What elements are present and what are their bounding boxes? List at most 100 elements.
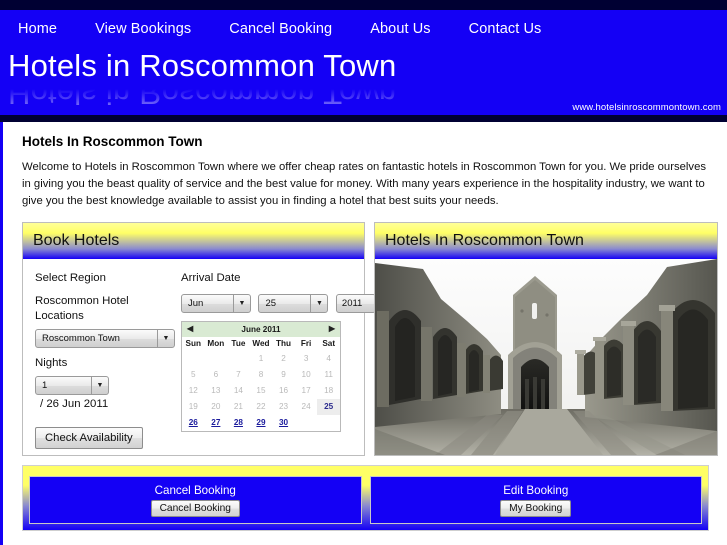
calendar-day-disabled-11: 11 xyxy=(324,370,333,380)
my-booking-button[interactable]: My Booking xyxy=(500,499,572,517)
cancel-booking-button[interactable]: Cancel Booking xyxy=(150,499,240,517)
nights-select[interactable]: 1 ▼ xyxy=(35,375,109,395)
book-hotels-panel-header: Book Hotels xyxy=(23,223,364,260)
date-picker-calendar: ◀ June 2011 ▶ Sun Mon Tue Wed Thu Fri Sat 1234… xyxy=(181,320,341,432)
nights-select-value: 1 xyxy=(42,379,48,391)
nights-row: 1 ▼ / 26 Jun 2011 xyxy=(35,375,175,413)
chevron-down-icon: ▼ xyxy=(91,376,108,394)
bottom-actions-section: Cancel Booking Cancel Booking Edit Booki… xyxy=(22,465,709,532)
nav-item-home[interactable]: Home xyxy=(18,21,57,37)
chevron-down-icon: ▼ xyxy=(157,329,174,347)
calendar-next-month-icon[interactable]: ▶ xyxy=(329,325,335,333)
nav-item-contact-us[interactable]: Contact Us xyxy=(469,21,542,37)
calendar-day-26[interactable]: 26 xyxy=(182,415,205,431)
site-url: www.hotelsinroscommontown.com xyxy=(572,102,721,113)
calendar-day-selected[interactable]: 25 xyxy=(317,398,340,415)
booking-form: Select Region Roscommon Hotel Locations … xyxy=(23,259,376,455)
calendar-day-disabled-18: 18 xyxy=(324,386,334,396)
calendar-day-empty xyxy=(227,351,250,367)
hotels-photo-panel-title: Hotels In Roscommon Town xyxy=(385,232,584,250)
calendar-day-empty xyxy=(205,351,228,367)
chevron-down-icon: ▼ xyxy=(310,294,327,312)
cancel-booking-panel: Cancel Booking Cancel Booking xyxy=(29,476,362,525)
edit-booking-panel: Edit Booking My Booking xyxy=(369,476,702,525)
calendar-day-disabled-17: 17 xyxy=(301,386,311,396)
calendar-day-28[interactable]: 28 xyxy=(227,415,250,431)
arrival-day-select[interactable]: 25 ▼ xyxy=(258,293,329,313)
calendar-day-disabled-14: 14 xyxy=(233,386,243,396)
nights-label: Nights xyxy=(35,356,68,369)
hotel-locations-label: Roscommon Hotel Locations xyxy=(35,294,129,322)
calendar-day-disabled-22: 22 xyxy=(256,402,266,412)
select-region-label: Select Region xyxy=(35,272,106,285)
nav-item-about-us[interactable]: About Us xyxy=(370,21,430,37)
calendar-day-disabled-5: 5 xyxy=(191,370,196,380)
arrival-date-label: Arrival Date xyxy=(181,272,241,285)
book-hotels-panel: Book Hotels Select Region Roscommon Hote… xyxy=(22,222,376,457)
calendar-day-disabled-15: 15 xyxy=(256,386,266,396)
arrival-month-value: Jun xyxy=(188,297,204,309)
calendar-day-disabled-19: 19 xyxy=(188,402,198,412)
calendar-weekday-wed: Wed xyxy=(249,336,273,351)
check-availability-button[interactable]: Check Availability xyxy=(35,426,143,449)
hotels-photo-panel: Hotels In Roscommon Town xyxy=(374,222,718,457)
booking-form-left-column: Select Region Roscommon Hotel Locations … xyxy=(35,271,175,449)
calendar-month-title: June 2011 xyxy=(241,324,281,334)
page-title: Hotels In Roscommon Town xyxy=(22,134,203,149)
calendar-day-disabled-3: 3 xyxy=(303,354,309,364)
calendar-weekday-row: Sun Mon Tue Wed Thu Fri Sat xyxy=(182,336,340,351)
calendar-day-30[interactable]: 30 xyxy=(272,415,295,431)
calendar-body: 1 2 3 4 5 6 7 8 9 10 11 12 13 14 15 16 17 18 19 20 21 22 23 24 2… xyxy=(182,351,340,431)
arrival-month-select[interactable]: Jun ▼ xyxy=(181,293,251,313)
calendar-day-disabled-9: 9 xyxy=(281,370,286,380)
calendar-weekday-thu: Thu xyxy=(272,336,295,351)
calendar-weekday-fri: Fri xyxy=(294,336,318,351)
panels-row: Book Hotels Select Region Roscommon Hote… xyxy=(22,222,718,457)
calendar-day-disabled-7: 7 xyxy=(236,370,241,380)
top-accent-strip xyxy=(0,0,727,10)
cancel-booking-panel-title: Cancel Booking xyxy=(154,483,236,497)
banner-title-reflection: Hotels in Roscommon Town xyxy=(8,89,397,111)
calendar-weekday-sun: Sun xyxy=(182,336,205,351)
calendar-day-disabled-13: 13 xyxy=(211,386,221,396)
calendar-day-disabled-6: 6 xyxy=(213,370,219,380)
calendar-day-disabled-10: 10 xyxy=(301,370,311,380)
calendar-day-disabled-4: 4 xyxy=(326,354,331,364)
calendar-header: ◀ June 2011 ▶ xyxy=(182,321,340,337)
calendar-grid: Sun Mon Tue Wed Thu Fri Sat 1 2 3 4 5 6 7 8 9 10 11 12 13 1… xyxy=(182,336,340,431)
calendar-weekday-mon: Mon xyxy=(204,336,228,351)
calendar-day-disabled-20: 20 xyxy=(211,402,221,412)
calendar-week-row: 1 2 3 4 xyxy=(182,351,340,367)
banner-bottom-strip xyxy=(0,115,727,122)
calendar-day-empty xyxy=(295,415,318,431)
calendar-day-disabled-12: 12 xyxy=(188,386,198,396)
banner-title: Hotels in Roscommon Town xyxy=(8,48,397,83)
arrival-day-value: 25 xyxy=(265,297,277,309)
calendar-day-29[interactable]: 29 xyxy=(250,415,273,431)
calendar-day-disabled-8: 8 xyxy=(258,370,264,380)
site-banner: Hotels in Roscommon Town Hotels in Rosco… xyxy=(0,48,727,115)
region-select[interactable]: Roscommon Town ▼ xyxy=(35,328,175,348)
calendar-day-disabled-23: 23 xyxy=(278,402,289,412)
intro-paragraph: Welcome to Hotels in Roscommon Town wher… xyxy=(22,161,706,208)
calendar-weekday-tue: Tue xyxy=(227,336,250,351)
edit-booking-panel-title: Edit Booking xyxy=(503,483,569,497)
nav-item-cancel-booking[interactable]: Cancel Booking xyxy=(229,21,332,37)
arrival-year-field[interactable]: 2011 xyxy=(335,293,376,313)
calendar-day-empty xyxy=(182,351,205,367)
calendar-week-row: 5 6 7 8 9 10 11 xyxy=(182,367,340,383)
calendar-day-disabled-1: 1 xyxy=(258,354,264,364)
hotels-photo-panel-header: Hotels In Roscommon Town xyxy=(375,223,717,260)
roscommon-abbey-ruins-photo xyxy=(375,259,717,456)
calendar-week-row: 26 27 28 29 30 xyxy=(182,415,340,431)
region-select-value: Roscommon Town xyxy=(42,332,120,344)
calendar-day-27[interactable]: 27 xyxy=(205,415,228,431)
calendar-week-row: 12 13 14 15 16 17 18 xyxy=(182,383,340,399)
chevron-down-icon: ▼ xyxy=(233,294,250,312)
nav-item-view-bookings[interactable]: View Bookings xyxy=(95,21,191,37)
calendar-day-disabled-16: 16 xyxy=(278,386,289,396)
book-hotels-panel-title: Book Hotels xyxy=(33,232,120,250)
calendar-day-empty xyxy=(317,415,340,431)
main-navigation: Home View Bookings Cancel Booking About … xyxy=(0,10,727,48)
calendar-day-disabled-21: 21 xyxy=(233,402,243,412)
